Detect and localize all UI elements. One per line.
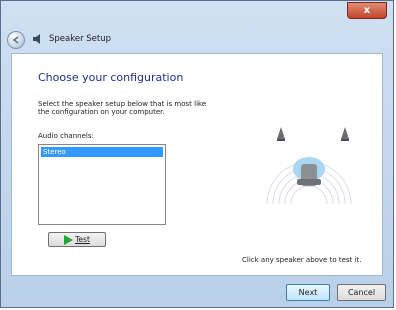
speaker-setup-window: x Speaker Setup Choose your configuratio… bbox=[0, 0, 394, 308]
back-button[interactable] bbox=[7, 31, 25, 49]
next-button-label: Next bbox=[298, 288, 318, 297]
audio-channels-label: Audio channels: bbox=[38, 132, 94, 140]
test-button[interactable]: Test bbox=[48, 232, 106, 247]
right-speaker-icon[interactable] bbox=[341, 127, 349, 141]
next-button[interactable]: Next bbox=[286, 284, 330, 301]
speaker-icon bbox=[33, 34, 40, 44]
speaker-diagram bbox=[266, 127, 352, 204]
window-title: Speaker Setup bbox=[49, 34, 112, 44]
content-panel: Choose your configuration Select the spe… bbox=[11, 53, 383, 276]
cancel-button-label: Cancel bbox=[347, 288, 376, 297]
cancel-button[interactable]: Cancel bbox=[337, 284, 386, 301]
close-icon: x bbox=[363, 5, 371, 16]
play-icon bbox=[64, 234, 74, 245]
close-button[interactable]: x bbox=[347, 2, 387, 19]
test-button-label: Test bbox=[75, 235, 90, 244]
left-speaker-icon[interactable] bbox=[277, 127, 285, 141]
title-bar: x bbox=[1, 1, 393, 21]
test-hint-text: Click any speaker above to test it. bbox=[242, 256, 362, 264]
navigation-bar: Speaker Setup bbox=[1, 21, 393, 57]
instruction-text: Select the speaker setup below that is m… bbox=[38, 100, 207, 116]
audio-channels-list[interactable]: Stereo bbox=[38, 144, 166, 225]
list-item-stereo[interactable]: Stereo bbox=[41, 147, 163, 157]
page-heading: Choose your configuration bbox=[38, 71, 184, 84]
back-arrow-icon bbox=[12, 36, 19, 44]
